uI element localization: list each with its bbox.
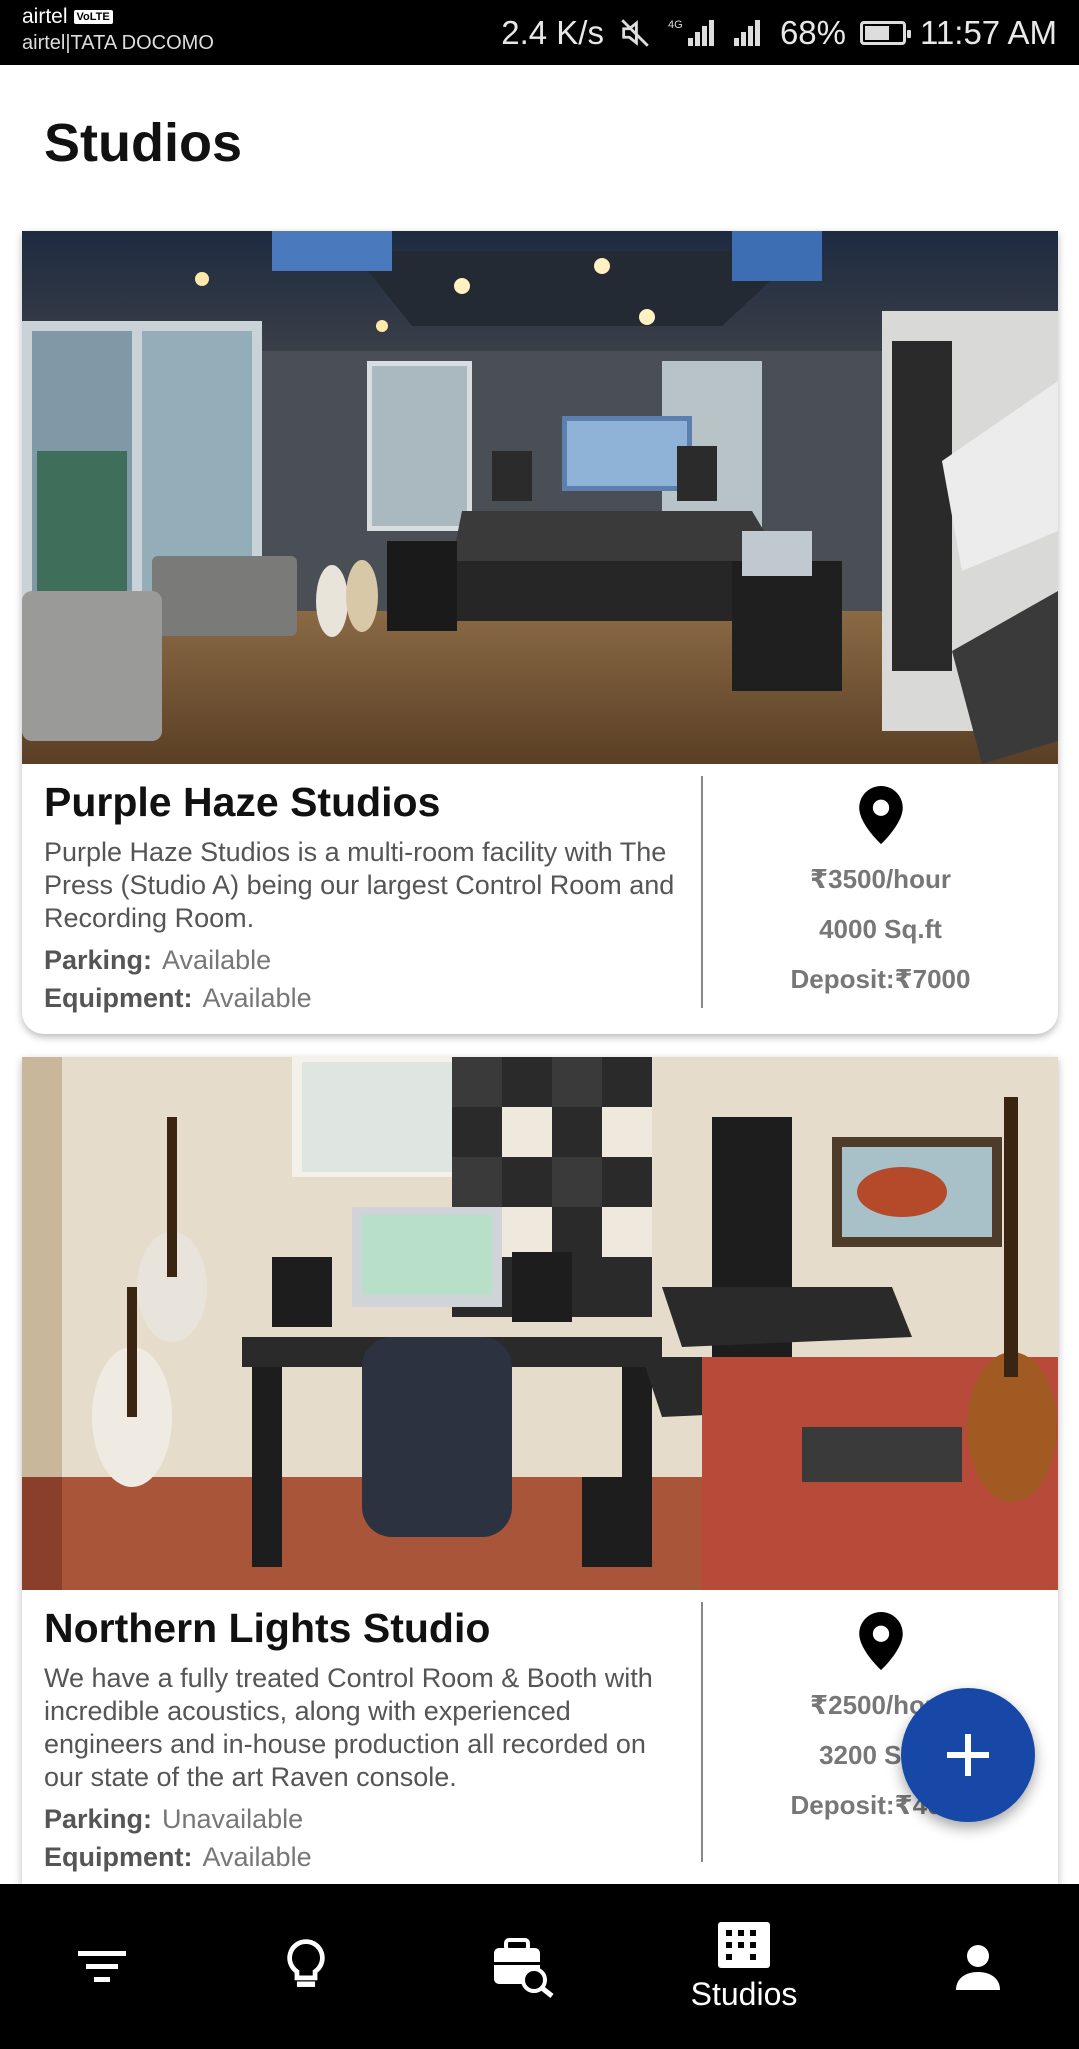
building-icon <box>718 1922 770 1968</box>
studio-area: 4000 Sq.ft <box>819 914 942 944</box>
lightbulb-icon <box>287 1938 325 1987</box>
location-pin-icon[interactable] <box>858 786 903 844</box>
nav-item-profile[interactable] <box>928 1884 1028 2049</box>
studio-description: We have a fully treated Control Room & B… <box>44 1663 653 1792</box>
battery-icon <box>860 20 912 45</box>
parking-row: Parking: Available <box>44 941 684 979</box>
briefcase-search-icon <box>494 1937 554 1998</box>
studio-name: Purple Haze Studios <box>44 779 441 825</box>
location-pin-icon[interactable] <box>858 1612 903 1670</box>
equipment-row: Equipment: Available <box>44 979 684 1017</box>
signal-icon: 4G <box>666 16 718 50</box>
plus-icon <box>947 1734 989 1776</box>
battery-percent: 68% <box>779 13 847 51</box>
volte-badge: VoLTE <box>73 10 113 24</box>
studio-card[interactable]: Purple Haze Studios Purple Haze Studios … <box>22 231 1058 1034</box>
nav-item-search-jobs[interactable] <box>468 1884 578 2049</box>
mute-icon <box>618 16 652 50</box>
equipment-value: Available <box>202 1842 312 1872</box>
carrier-info: airtel VoLTE airtel|TATA DOCOMO <box>22 4 214 56</box>
equipment-row: Equipment: Available <box>44 1838 684 1876</box>
clock: 11:57 AM <box>920 13 1057 51</box>
equipment-label: Equipment: <box>44 1842 193 1872</box>
signal-icon <box>732 16 766 50</box>
add-studio-button[interactable] <box>901 1688 1035 1822</box>
carrier-primary: airtel <box>22 5 68 28</box>
battery-fill <box>865 25 890 40</box>
person-icon <box>956 1944 1000 1990</box>
status-bar: airtel VoLTE airtel|TATA DOCOMO 2.4 K/s … <box>0 0 1079 65</box>
filter-icon <box>78 1950 126 1982</box>
nav-item-ideas[interactable] <box>256 1884 356 2049</box>
studio-deposit: Deposit:₹7000 <box>790 964 971 994</box>
net-speed: 2.4 K/s <box>501 13 604 51</box>
nav-item-studios[interactable]: Studios <box>684 1884 804 2049</box>
nav-label-studios: Studios <box>690 1976 798 2012</box>
studio-name: Northern Lights Studio <box>44 1605 491 1651</box>
studio-description: Purple Haze Studios is a multi-room faci… <box>44 837 675 933</box>
studio-price: ₹3500/hour <box>810 864 951 894</box>
studio-photo <box>22 231 1058 764</box>
equipment-label: Equipment: <box>44 983 193 1013</box>
parking-value: Available <box>162 945 272 975</box>
bottom-navigation: Studios <box>0 1884 1079 2049</box>
network-type: 4G <box>668 19 683 31</box>
parking-value: Unavailable <box>162 1804 304 1834</box>
parking-label: Parking: <box>44 945 153 975</box>
studio-photo <box>22 1057 1058 1590</box>
nav-item-filter[interactable] <box>52 1884 152 2049</box>
equipment-value: Available <box>202 983 312 1013</box>
parking-label: Parking: <box>44 1804 153 1834</box>
page-title: Studios <box>44 113 242 173</box>
parking-row: Parking: Unavailable <box>44 1800 684 1838</box>
carrier-secondary: airtel|TATA DOCOMO <box>22 32 214 54</box>
